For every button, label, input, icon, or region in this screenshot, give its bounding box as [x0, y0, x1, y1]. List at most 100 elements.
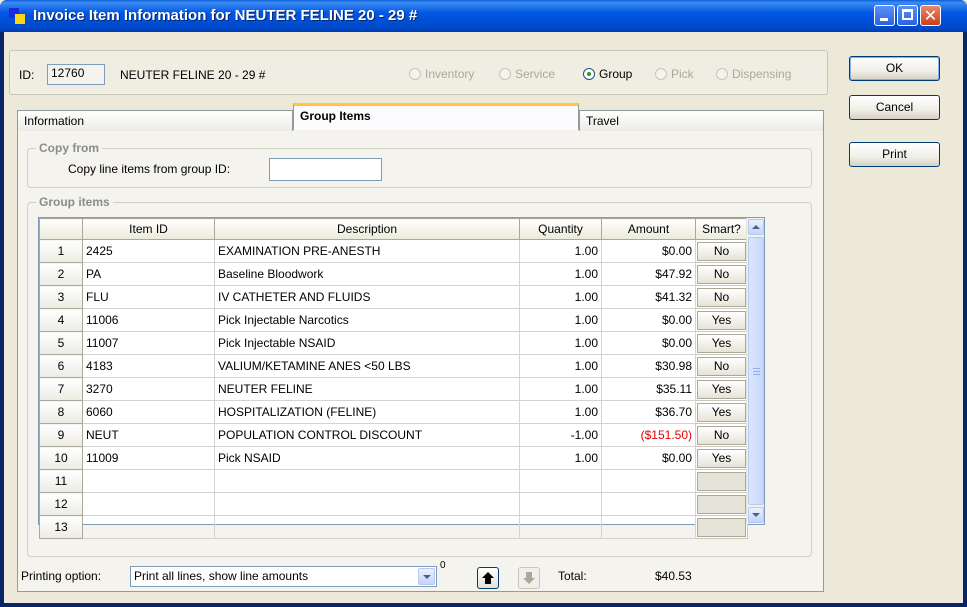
item-id-cell[interactable]: FLU [82, 285, 215, 309]
amount-cell[interactable]: $36.70 [601, 400, 696, 424]
quantity-cell[interactable] [519, 469, 602, 493]
description-cell[interactable] [214, 469, 520, 493]
table-row[interactable]: 10 11009 Pick NSAID 1.00 $0.00 Yes [39, 446, 748, 470]
move-up-button[interactable] [477, 567, 499, 589]
item-id-cell[interactable]: 2425 [82, 239, 215, 263]
amount-cell[interactable] [601, 492, 696, 516]
radio-service[interactable]: Service [499, 67, 555, 83]
amount-cell[interactable]: $41.32 [601, 285, 696, 309]
table-row[interactable]: 4 11006 Pick Injectable Narcotics 1.00 $0.00… [39, 308, 748, 332]
column-header-description[interactable]: Description [214, 218, 520, 240]
description-cell[interactable]: EXAMINATION PRE-ANESTH [214, 239, 520, 263]
tab-group-items[interactable]: Group Items [293, 103, 579, 130]
amount-cell[interactable]: ($151.50) [601, 423, 696, 447]
description-cell[interactable]: POPULATION CONTROL DISCOUNT [214, 423, 520, 447]
description-cell[interactable]: VALIUM/KETAMINE ANES <50 LBS [214, 354, 520, 378]
description-cell[interactable]: HOSPITALIZATION (FELINE) [214, 400, 520, 424]
smart-toggle-button[interactable]: Yes [697, 403, 746, 422]
copy-from-group-id-input[interactable] [269, 158, 382, 181]
cancel-button[interactable]: Cancel [849, 95, 940, 120]
smart-toggle-button[interactable] [697, 472, 746, 491]
title-bar[interactable]: Invoice Item Information for NEUTER FELI… [0, 0, 967, 32]
smart-toggle-button[interactable]: Yes [697, 380, 746, 399]
scroll-up-button[interactable] [748, 219, 764, 235]
smart-toggle-button[interactable]: No [697, 265, 746, 284]
quantity-cell[interactable]: 1.00 [519, 354, 602, 378]
scroll-thumb[interactable] [748, 237, 764, 505]
table-row[interactable]: 13 [39, 515, 748, 539]
close-button[interactable]: ✕ [920, 5, 941, 26]
item-id-cell[interactable]: 11009 [82, 446, 215, 470]
description-cell[interactable]: NEUTER FELINE [214, 377, 520, 401]
table-row[interactable]: 5 11007 Pick Injectable NSAID 1.00 $0.00 Yes [39, 331, 748, 355]
radio-pick[interactable]: Pick [655, 67, 694, 83]
maximize-button[interactable] [897, 5, 918, 26]
smart-toggle-button[interactable]: Yes [697, 334, 746, 353]
quantity-cell[interactable]: 1.00 [519, 308, 602, 332]
tab-travel[interactable]: Travel [579, 110, 824, 131]
item-id-cell[interactable] [82, 515, 215, 539]
item-id-cell[interactable]: PA [82, 262, 215, 286]
dropdown-arrow-icon[interactable] [418, 568, 435, 585]
description-cell[interactable]: Baseline Bloodwork [214, 262, 520, 286]
minimize-button[interactable] [874, 5, 895, 26]
description-cell[interactable]: Pick Injectable NSAID [214, 331, 520, 355]
quantity-cell[interactable]: 1.00 [519, 262, 602, 286]
smart-toggle-button[interactable] [697, 518, 746, 537]
quantity-cell[interactable]: -1.00 [519, 423, 602, 447]
radio-inventory[interactable]: Inventory [409, 67, 474, 83]
item-id-cell[interactable]: 11006 [82, 308, 215, 332]
group-items-grid[interactable]: Item ID Description Quantity Amount Smar… [38, 217, 765, 539]
radio-dispensing[interactable]: Dispensing [716, 67, 791, 83]
table-row[interactable]: 7 3270 NEUTER FELINE 1.00 $35.11 Yes [39, 377, 748, 401]
print-button[interactable]: Print [849, 142, 940, 167]
amount-cell[interactable]: $0.00 [601, 239, 696, 263]
smart-toggle-button[interactable] [697, 495, 746, 514]
quantity-cell[interactable]: 1.00 [519, 239, 602, 263]
item-id-cell[interactable]: 6060 [82, 400, 215, 424]
quantity-cell[interactable] [519, 515, 602, 539]
table-row[interactable]: 8 6060 HOSPITALIZATION (FELINE) 1.00 $36.70 Y… [39, 400, 748, 424]
smart-toggle-button[interactable]: No [697, 357, 746, 376]
column-header-item-id[interactable]: Item ID [82, 218, 215, 240]
column-header-smart[interactable]: Smart? [695, 218, 748, 240]
item-id-cell[interactable] [82, 492, 215, 516]
ok-button[interactable]: OK [849, 56, 940, 81]
printing-option-select[interactable]: Print all lines, show line amounts [130, 566, 437, 587]
item-id-cell[interactable]: 3270 [82, 377, 215, 401]
table-row[interactable]: 2 PA Baseline Bloodwork 1.00 $47.92 No [39, 262, 748, 286]
amount-cell[interactable]: $0.00 [601, 308, 696, 332]
smart-toggle-button[interactable]: Yes [697, 311, 746, 330]
amount-cell[interactable]: $35.11 [601, 377, 696, 401]
quantity-cell[interactable]: 1.00 [519, 331, 602, 355]
column-header-quantity[interactable]: Quantity [519, 218, 602, 240]
item-id-cell[interactable]: 11007 [82, 331, 215, 355]
table-row[interactable]: 3 FLU IV CATHETER AND FLUIDS 1.00 $41.32 No [39, 285, 748, 309]
smart-toggle-button[interactable]: Yes [697, 449, 746, 468]
table-row[interactable]: 1 2425 EXAMINATION PRE-ANESTH 1.00 $0.00 No [39, 239, 748, 263]
amount-cell[interactable]: $0.00 [601, 331, 696, 355]
amount-cell[interactable]: $47.92 [601, 262, 696, 286]
quantity-cell[interactable]: 1.00 [519, 446, 602, 470]
amount-cell[interactable] [601, 469, 696, 493]
quantity-cell[interactable]: 1.00 [519, 377, 602, 401]
quantity-cell[interactable] [519, 492, 602, 516]
smart-toggle-button[interactable]: No [697, 242, 746, 261]
description-cell[interactable] [214, 515, 520, 539]
radio-group[interactable]: Group [583, 67, 632, 83]
amount-cell[interactable]: $0.00 [601, 446, 696, 470]
quantity-cell[interactable]: 1.00 [519, 400, 602, 424]
description-cell[interactable]: Pick Injectable Narcotics [214, 308, 520, 332]
description-cell[interactable]: IV CATHETER AND FLUIDS [214, 285, 520, 309]
description-cell[interactable] [214, 492, 520, 516]
item-id-cell[interactable]: NEUT [82, 423, 215, 447]
table-row[interactable]: 9 NEUT POPULATION CONTROL DISCOUNT -1.00 ($1… [39, 423, 748, 447]
tab-information[interactable]: Information [17, 110, 293, 131]
table-row[interactable]: 11 [39, 469, 748, 493]
grid-vertical-scrollbar[interactable] [746, 218, 764, 524]
quantity-cell[interactable]: 1.00 [519, 285, 602, 309]
table-row[interactable]: 12 [39, 492, 748, 516]
item-id-cell[interactable] [82, 469, 215, 493]
description-cell[interactable]: Pick NSAID [214, 446, 520, 470]
item-id-cell[interactable]: 4183 [82, 354, 215, 378]
